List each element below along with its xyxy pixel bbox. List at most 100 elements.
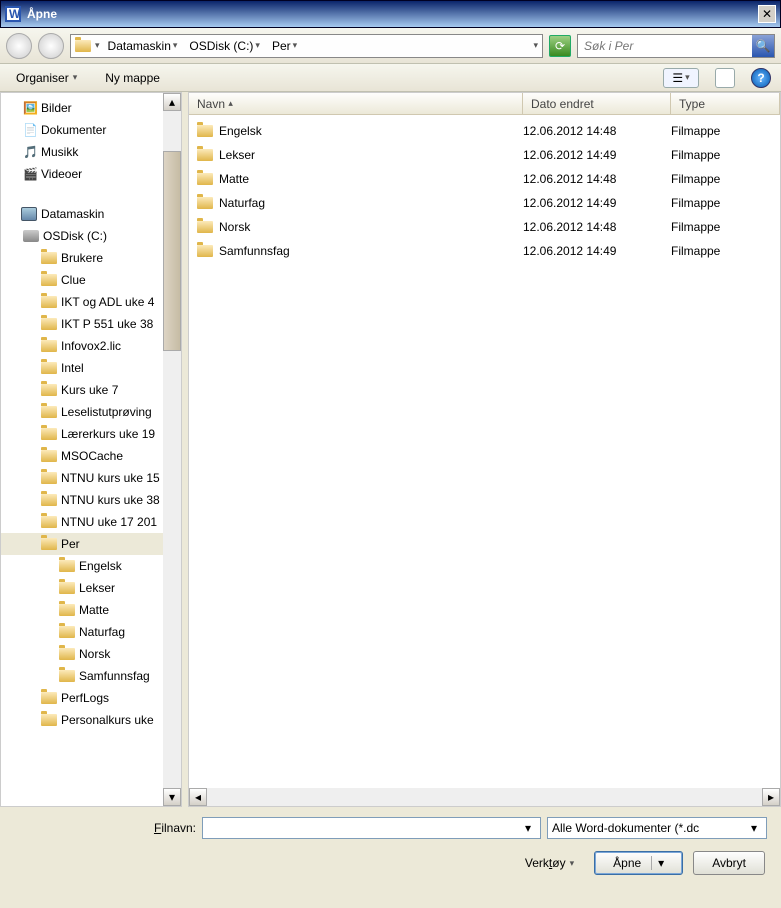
tree-item[interactable]: Norsk bbox=[1, 643, 181, 665]
breadcrumb[interactable]: Datamaskin ▾ bbox=[104, 37, 182, 55]
tree-item[interactable]: 🎵Musikk bbox=[1, 141, 181, 163]
open-button[interactable]: Åpne▾ bbox=[594, 851, 683, 875]
search-input[interactable] bbox=[578, 39, 752, 53]
computer-icon bbox=[21, 207, 37, 221]
close-button[interactable]: ✕ bbox=[758, 5, 776, 23]
folder-tree[interactable]: 🖼️Bilder 📄Dokumenter 🎵Musikk 🎬Videoer Da… bbox=[0, 92, 182, 807]
videos-icon: 🎬 bbox=[23, 167, 37, 181]
tree-item-computer[interactable]: Datamaskin bbox=[1, 203, 181, 225]
folder-icon bbox=[41, 274, 57, 286]
filetype-combo[interactable]: Alle Word-dokumenter (*.dc ▾ bbox=[547, 817, 767, 839]
list-item[interactable]: Norsk12.06.2012 14:48Filmappe bbox=[189, 215, 780, 239]
tree-item[interactable]: Samfunnsfag bbox=[1, 665, 181, 687]
folder-icon bbox=[59, 648, 75, 660]
list-item[interactable]: Samfunnsfag12.06.2012 14:49Filmappe bbox=[189, 239, 780, 263]
tree-item[interactable]: Infovox2.lic bbox=[1, 335, 181, 357]
list-item[interactable]: Matte12.06.2012 14:48Filmappe bbox=[189, 167, 780, 191]
new-folder-button[interactable]: Ny mappe bbox=[99, 67, 166, 89]
filename-input[interactable] bbox=[207, 821, 520, 835]
toolbar: Organiser ▾ Ny mappe ☰ ▾ ? bbox=[0, 64, 781, 92]
sort-asc-icon: ▴ bbox=[228, 98, 233, 109]
tree-item-selected[interactable]: Per bbox=[1, 533, 181, 555]
folder-icon bbox=[41, 318, 57, 330]
folder-icon bbox=[41, 252, 57, 264]
scroll-thumb[interactable] bbox=[163, 151, 181, 351]
scroll-left-arrow[interactable]: ◂ bbox=[189, 788, 207, 806]
folder-icon bbox=[41, 384, 57, 396]
tree-item[interactable]: Engelsk bbox=[1, 555, 181, 577]
file-list: Navn ▴ Dato endret Type Engelsk12.06.201… bbox=[188, 92, 781, 807]
forward-button[interactable] bbox=[38, 33, 64, 59]
list-item[interactable]: Engelsk12.06.2012 14:48Filmappe bbox=[189, 119, 780, 143]
tree-item[interactable]: Personalkurs uke bbox=[1, 709, 181, 731]
tree-item-disk[interactable]: OSDisk (C:) bbox=[1, 225, 181, 247]
tree-item[interactable]: IKT og ADL uke 4 bbox=[1, 291, 181, 313]
open-split-arrow[interactable]: ▾ bbox=[651, 856, 664, 870]
scroll-right-arrow[interactable]: ▸ bbox=[762, 788, 780, 806]
folder-icon bbox=[197, 197, 213, 209]
tree-item[interactable]: IKT P 551 uke 38 bbox=[1, 313, 181, 335]
breadcrumb[interactable]: OSDisk (C:) ▾ bbox=[185, 37, 264, 55]
tree-item[interactable]: 🖼️Bilder bbox=[1, 97, 181, 119]
tree-item[interactable]: Lærerkurs uke 19 bbox=[1, 423, 181, 445]
tree-scrollbar[interactable]: ▴ ▾ bbox=[163, 93, 181, 806]
filename-label: Filnavn: bbox=[14, 821, 196, 835]
list-body[interactable]: Engelsk12.06.2012 14:48FilmappeLekser12.… bbox=[189, 115, 780, 806]
tree-item[interactable]: Lekser bbox=[1, 577, 181, 599]
tree-item[interactable]: PerfLogs bbox=[1, 687, 181, 709]
title-bar: W Åpne ✕ bbox=[0, 0, 781, 28]
tree-item[interactable]: Naturfag bbox=[1, 621, 181, 643]
filename-combo[interactable]: ▾ bbox=[202, 817, 541, 839]
breadcrumb[interactable]: Per ▾ bbox=[268, 37, 301, 55]
column-header-type[interactable]: Type bbox=[671, 93, 780, 114]
tree-item[interactable]: Clue bbox=[1, 269, 181, 291]
folder-icon bbox=[41, 296, 57, 308]
help-button[interactable]: ? bbox=[751, 68, 771, 88]
chevron-down-icon[interactable]: ▾ bbox=[520, 821, 536, 835]
folder-icon bbox=[41, 428, 57, 440]
tree-item[interactable]: Brukere bbox=[1, 247, 181, 269]
tree-item[interactable]: MSOCache bbox=[1, 445, 181, 467]
tree-item[interactable]: 📄Dokumenter bbox=[1, 119, 181, 141]
scroll-up-arrow[interactable]: ▴ bbox=[163, 93, 181, 111]
refresh-button[interactable]: ⟳ bbox=[549, 35, 571, 57]
search-icon: 🔍 bbox=[756, 39, 771, 53]
folder-icon bbox=[59, 670, 75, 682]
view-menu[interactable]: ☰ ▾ bbox=[663, 68, 699, 88]
folder-icon bbox=[197, 245, 213, 257]
folder-icon bbox=[41, 340, 57, 352]
organize-menu[interactable]: Organiser ▾ bbox=[10, 67, 83, 89]
bottom-panel: Filnavn: ▾ Alle Word-dokumenter (*.dc ▾ … bbox=[0, 807, 781, 883]
tree-item[interactable]: Intel bbox=[1, 357, 181, 379]
tree-item[interactable]: NTNU kurs uke 15 bbox=[1, 467, 181, 489]
folder-icon bbox=[41, 494, 57, 506]
folder-icon bbox=[41, 516, 57, 528]
list-item[interactable]: Lekser12.06.2012 14:49Filmappe bbox=[189, 143, 780, 167]
column-header-date[interactable]: Dato endret bbox=[523, 93, 671, 114]
chevron-down-icon[interactable]: ▾ bbox=[746, 821, 762, 835]
list-h-scrollbar[interactable]: ◂ ▸ bbox=[189, 788, 780, 806]
nav-bar: ▾ Datamaskin ▾ OSDisk (C:) ▾ Per ▾ ▾ ⟳ 🔍 bbox=[0, 28, 781, 64]
folder-icon bbox=[41, 450, 57, 462]
tree-item[interactable]: Leselistutprøving bbox=[1, 401, 181, 423]
app-icon: W bbox=[5, 6, 21, 22]
dialog-body: 🖼️Bilder 📄Dokumenter 🎵Musikk 🎬Videoer Da… bbox=[0, 92, 781, 807]
cancel-button[interactable]: Avbryt bbox=[693, 851, 765, 875]
search-button[interactable]: 🔍 bbox=[752, 35, 774, 57]
preview-pane-button[interactable] bbox=[715, 68, 735, 88]
tree-item[interactable]: NTNU uke 17 201 bbox=[1, 511, 181, 533]
folder-icon bbox=[41, 472, 57, 484]
folder-icon bbox=[59, 560, 75, 572]
search-box[interactable]: 🔍 bbox=[577, 34, 775, 58]
address-bar[interactable]: ▾ Datamaskin ▾ OSDisk (C:) ▾ Per ▾ ▾ bbox=[70, 34, 543, 58]
tree-item[interactable]: Kurs uke 7 bbox=[1, 379, 181, 401]
column-header-name[interactable]: Navn ▴ bbox=[189, 93, 523, 114]
pictures-icon: 🖼️ bbox=[23, 101, 37, 115]
list-item[interactable]: Naturfag12.06.2012 14:49Filmappe bbox=[189, 191, 780, 215]
back-button[interactable] bbox=[6, 33, 32, 59]
tree-item[interactable]: Matte bbox=[1, 599, 181, 621]
tools-menu[interactable]: Verktøy ▾ bbox=[525, 856, 574, 870]
tree-item[interactable]: NTNU kurs uke 38 bbox=[1, 489, 181, 511]
scroll-down-arrow[interactable]: ▾ bbox=[163, 788, 181, 806]
tree-item[interactable]: 🎬Videoer bbox=[1, 163, 181, 185]
